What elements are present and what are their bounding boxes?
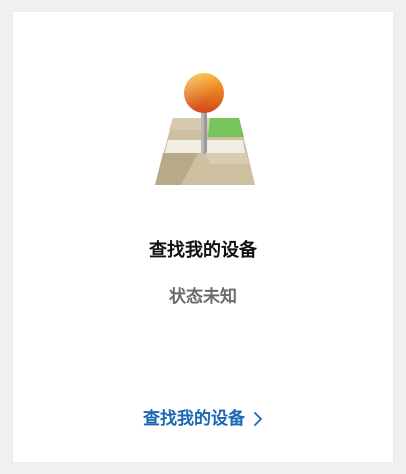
- find-my-device-card: 查找我的设备 状态未知 查找我的设备: [13, 12, 393, 462]
- find-my-device-link[interactable]: 查找我的设备: [13, 409, 393, 429]
- map-pin-icon: [155, 73, 255, 185]
- status-text: 状态未知: [169, 287, 237, 306]
- find-my-device-link-label: 查找我的设备: [143, 409, 245, 428]
- card-title: 查找我的设备: [149, 240, 257, 260]
- chevron-right-icon: [254, 412, 262, 426]
